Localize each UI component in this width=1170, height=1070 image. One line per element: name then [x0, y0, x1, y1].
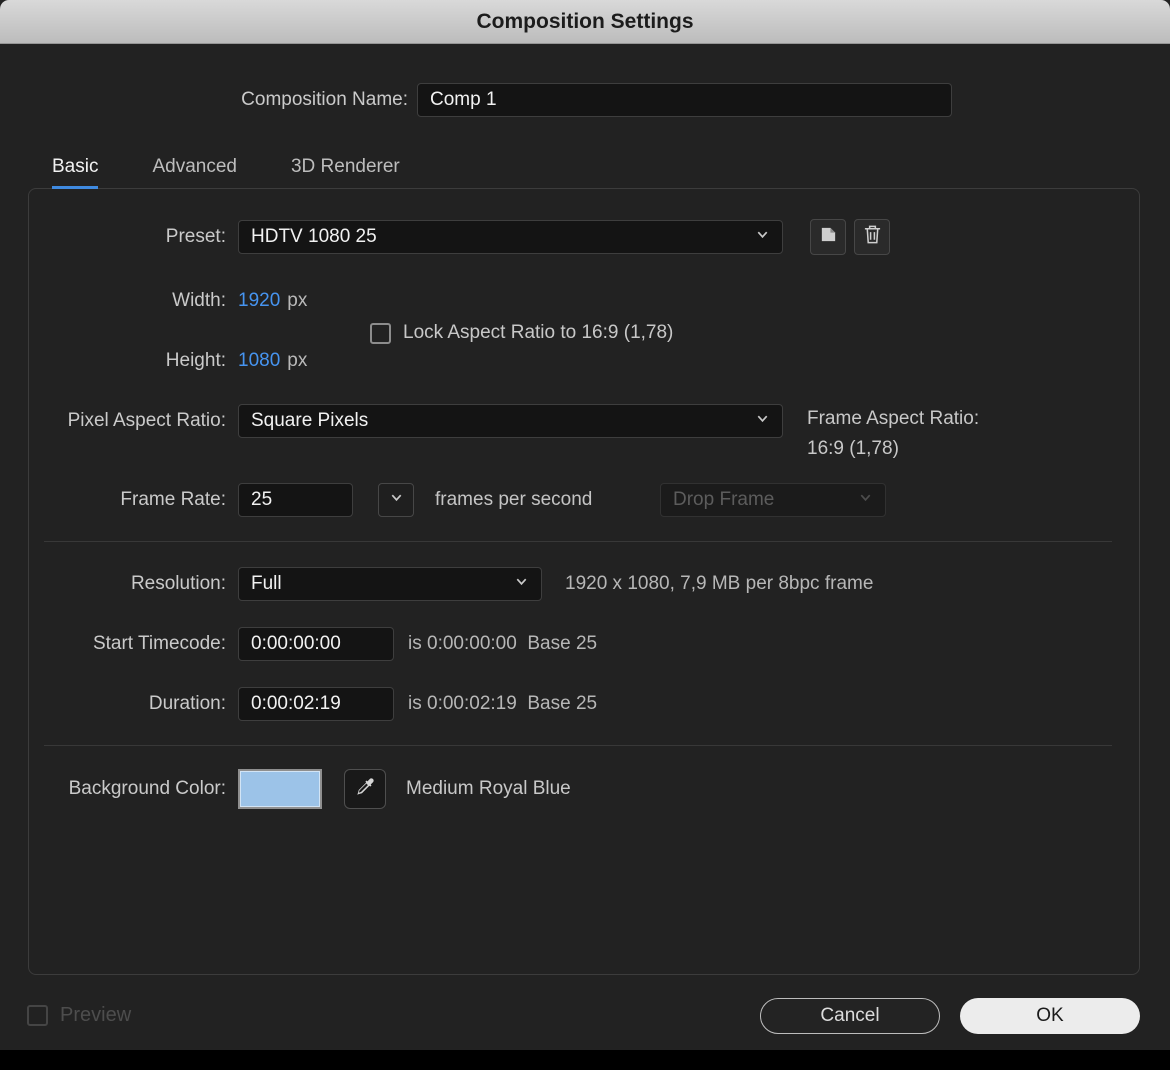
dialog-title: Composition Settings: [476, 9, 694, 33]
composition-name-row: Composition Name:: [0, 83, 1170, 117]
preview-label: Preview: [60, 1004, 132, 1026]
composition-name-label: Composition Name:: [241, 89, 408, 110]
dialog-titlebar[interactable]: Composition Settings: [0, 0, 1170, 44]
tab-bar: Basic Advanced 3D Renderer: [52, 156, 400, 189]
cancel-button[interactable]: Cancel: [760, 998, 940, 1034]
preview-checkbox[interactable]: [27, 1005, 48, 1026]
tab-advanced-label: Advanced: [152, 156, 237, 177]
settings-panel: [28, 188, 1140, 975]
composition-name-input[interactable]: [417, 83, 952, 117]
tab-3d-renderer-label: 3D Renderer: [290, 156, 400, 177]
tab-3d-renderer[interactable]: 3D Renderer: [291, 156, 400, 189]
composition-settings-dialog: Composition Settings Composition Name: B…: [0, 0, 1170, 1050]
ok-button[interactable]: OK: [960, 998, 1140, 1034]
tab-advanced[interactable]: Advanced: [152, 156, 237, 189]
preview-control: Preview: [27, 1004, 131, 1027]
tab-basic-label: Basic: [52, 156, 99, 177]
tab-basic[interactable]: Basic: [52, 156, 99, 189]
